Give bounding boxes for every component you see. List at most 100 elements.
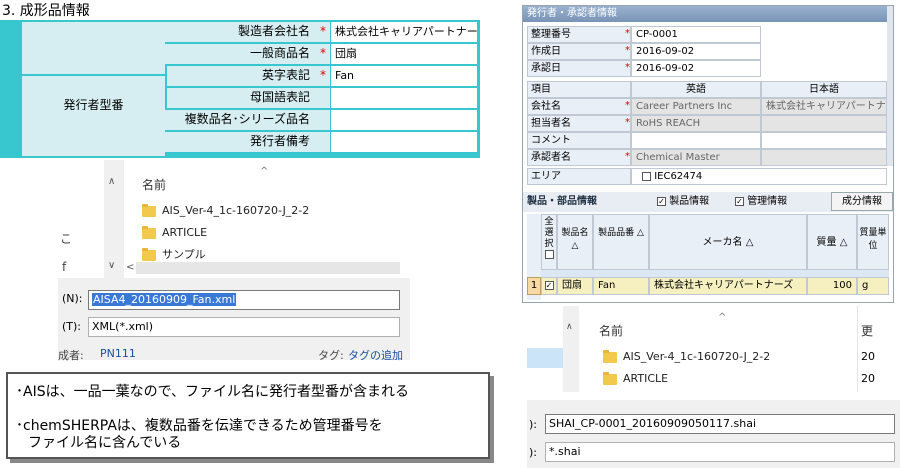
- form-field[interactable]: 株式会社キャリアパートナーズ: [331, 22, 477, 42]
- japanese-field[interactable]: [761, 115, 887, 132]
- product-info-check[interactable]: ✓ 製品情報: [657, 194, 709, 210]
- horizontal-scrollbar[interactable]: [136, 262, 400, 274]
- row-maker[interactable]: 株式会社キャリアパートナーズ: [649, 277, 807, 295]
- column-date-header[interactable]: 更: [861, 322, 873, 339]
- form-field[interactable]: [331, 132, 477, 152]
- column-name-header[interactable]: 名前: [599, 322, 623, 339]
- japanese-field[interactable]: 株式会社キャリアパートナーズ: [761, 98, 887, 115]
- col-item: 項目: [527, 81, 631, 98]
- field-label-ref-no: 整理番号: [527, 26, 631, 43]
- folder-icon: [603, 349, 617, 363]
- product-name-header[interactable]: 製品名 △: [557, 214, 593, 270]
- area-value: IEC62474: [654, 171, 703, 182]
- manage-info-check[interactable]: ✓ 管理情報: [735, 194, 787, 210]
- row-index: 1: [527, 277, 541, 295]
- form-label: 複数品名･シリーズ品名: [22, 110, 330, 130]
- tag-add-link[interactable]: タグの追加: [348, 347, 403, 363]
- row-mass-unit[interactable]: g: [857, 277, 889, 295]
- row-label: コメント: [527, 132, 631, 149]
- vertical-scrollbar[interactable]: [563, 306, 579, 392]
- scroll-up-icon[interactable]: ∧: [566, 322, 573, 332]
- field-label-created: 作成日: [527, 43, 631, 60]
- english-field[interactable]: [631, 132, 761, 149]
- product-no-header[interactable]: 製品品番 △: [593, 214, 649, 270]
- folder-icon: [142, 203, 156, 217]
- scroll-up-icon[interactable]: ∧: [108, 176, 115, 187]
- row-checkbox[interactable]: ✓: [544, 280, 554, 290]
- scroll-down-icon[interactable]: ∨: [108, 260, 115, 271]
- english-field[interactable]: Chemical Master: [631, 149, 761, 166]
- nav-glyph: こ: [60, 232, 73, 246]
- nav-glyph: f: [62, 260, 67, 274]
- form-field[interactable]: 団扇: [331, 44, 477, 64]
- area-checkbox[interactable]: [642, 171, 651, 181]
- filetype-label: ):: [529, 446, 537, 459]
- checked-box-icon[interactable]: ✓: [735, 196, 744, 206]
- sort-icon: △: [636, 228, 644, 238]
- col-japanese: 日本語: [761, 81, 887, 98]
- molded-product-form: 発行者型番 製造者会社名 * 株式会社キャリアパートナーズ 一般商品名 * 団扇 英字表記 *…: [0, 20, 480, 158]
- ref-no-field[interactable]: CP-0001: [631, 26, 761, 43]
- filetype-select[interactable]: XML(*.xml): [88, 317, 400, 337]
- required-row: [541, 270, 889, 277]
- component-info-button[interactable]: 成分情報: [831, 192, 893, 211]
- row-product-no[interactable]: Fan: [593, 277, 649, 295]
- sort-icon: △: [839, 237, 848, 248]
- area-checkbox-row[interactable]: IEC62474: [631, 168, 887, 185]
- form-field[interactable]: [331, 88, 477, 108]
- column-name-header[interactable]: 名前: [142, 176, 166, 193]
- required-mark: *: [320, 46, 326, 60]
- author-label: 成者:: [58, 349, 84, 362]
- col-english: 英語: [631, 81, 761, 98]
- sort-arrow-icon: ^: [260, 166, 269, 177]
- required-mark: *: [320, 68, 326, 82]
- folder-icon: [142, 225, 156, 239]
- right-edge-strip: [887, 6, 893, 166]
- filename-label: (N):: [62, 292, 83, 305]
- maker-header[interactable]: メーカ名 △: [649, 214, 807, 270]
- file-list-item[interactable]: ARTICLE: [603, 371, 668, 385]
- file-list-item[interactable]: ARTICLE: [142, 225, 207, 239]
- product-section-title: 製品・部品情報: [527, 196, 597, 207]
- issuer-approver-panel: 発行者・承認者情報 整理番号 * CP-0001 作成日 * 2016-09-0…: [522, 5, 894, 303]
- save-dialog-ais: こ f ∧ ∨ < ^ 名前 AIS_Ver-4_1c-160720-J_2-2…: [0, 160, 410, 363]
- mass-header[interactable]: 質量 △: [807, 214, 857, 270]
- required-mark: *: [320, 24, 326, 38]
- note-chemsherpa-1: ･chemSHERPAは、複数品番を伝達できるため管理番号を: [16, 418, 383, 434]
- approved-date-field[interactable]: 2016-09-02: [631, 60, 761, 77]
- save-dialog-shai: ∧ ^ 名前 更 AIS_Ver-4_1c-160720-J_2-2 20 AR…: [527, 306, 900, 468]
- row-product-name[interactable]: 団扇: [557, 277, 593, 295]
- form-field[interactable]: Fan: [331, 66, 477, 86]
- row-mass[interactable]: 100: [807, 277, 857, 295]
- english-field[interactable]: Career Partners Inc: [631, 98, 761, 115]
- note-chemsherpa-2: ファイル名に含んでいる: [28, 435, 182, 451]
- scroll-right-icon[interactable]: <: [126, 262, 136, 273]
- form-label: 一般商品名: [22, 44, 330, 64]
- file-list-item[interactable]: AIS_Ver-4_1c-160720-J_2-2: [603, 349, 770, 363]
- tag-label: タグ:: [318, 349, 344, 362]
- file-list-item[interactable]: AIS_Ver-4_1c-160720-J_2-2: [142, 203, 309, 217]
- mass-unit-header[interactable]: 質量単位: [857, 214, 889, 270]
- filename-selected-text: AISA4_20160909_Fan.xml: [92, 293, 237, 306]
- row-select[interactable]: ✓: [541, 277, 557, 295]
- filename-input[interactable]: AISA4_20160909_Fan.xml: [88, 290, 400, 310]
- select-all-checkbox[interactable]: [544, 250, 554, 259]
- filename-input[interactable]: SHAI_CP-0001_20160909050117.shai: [545, 414, 895, 434]
- english-field[interactable]: RoHS REACH: [631, 115, 761, 132]
- form-label: 母国語表記: [167, 88, 330, 108]
- nav-selection: [527, 348, 563, 368]
- form-label: 発行者備考: [22, 132, 330, 152]
- select-all-header[interactable]: 全選択: [541, 214, 557, 270]
- note-ais: ･AISは、一品一葉なので、ファイル名に発行者型番が含まれる: [16, 384, 410, 400]
- form-field[interactable]: [331, 110, 477, 130]
- japanese-field[interactable]: [761, 149, 887, 166]
- author-value[interactable]: PN111: [100, 347, 136, 360]
- filetype-select[interactable]: *.shai: [545, 442, 895, 462]
- file-list-item[interactable]: サンプル: [142, 246, 206, 262]
- folder-icon: [603, 371, 617, 385]
- file-date: 20: [861, 350, 875, 363]
- japanese-field[interactable]: [761, 132, 887, 149]
- created-date-field[interactable]: 2016-09-02: [631, 43, 761, 60]
- checked-box-icon[interactable]: ✓: [657, 196, 666, 206]
- section-title: 3. 成形品情報: [2, 3, 90, 19]
